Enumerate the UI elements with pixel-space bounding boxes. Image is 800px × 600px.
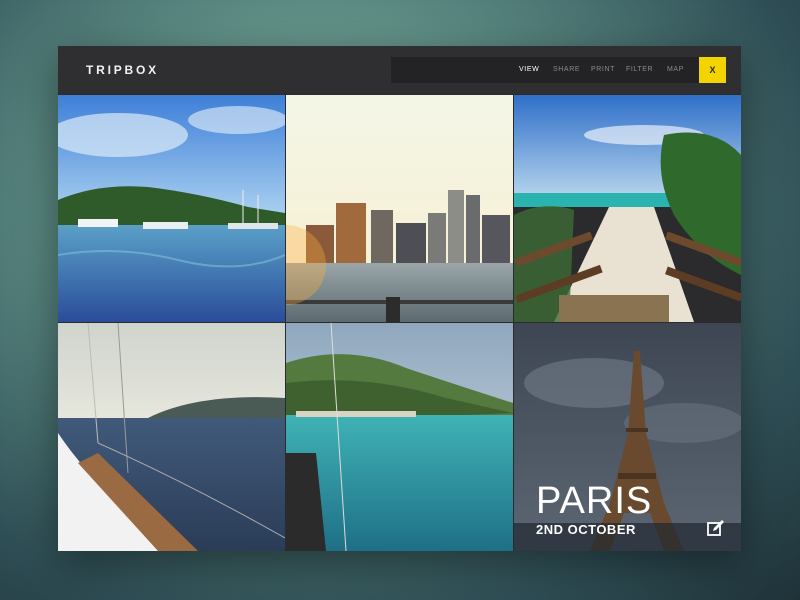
- photo-coastal-cove[interactable]: [286, 323, 513, 551]
- close-button[interactable]: X: [699, 57, 726, 83]
- top-menu: VIEW SHARE PRINT FILTER MAP: [391, 57, 726, 83]
- caption-date: 2ND OCTOBER: [536, 522, 636, 537]
- menu-item-filter[interactable]: FILTER: [626, 66, 653, 73]
- app-logo: TRIPBOX: [86, 63, 159, 77]
- photo-grid: PARIS 2ND OCTOBER: [58, 95, 741, 551]
- photo-beach-boardwalk[interactable]: [514, 95, 741, 322]
- photo-city-skyline[interactable]: [286, 95, 513, 322]
- menu-item-map[interactable]: MAP: [667, 66, 684, 73]
- menu-item-view[interactable]: VIEW: [519, 66, 539, 73]
- photo-caption: PARIS 2ND OCTOBER: [536, 482, 652, 537]
- title-bar: TRIPBOX VIEW SHARE PRINT FILTER MAP X: [58, 46, 741, 94]
- photo-sailboat-deck[interactable]: [58, 323, 285, 551]
- edit-icon[interactable]: [707, 519, 725, 537]
- menu-item-share[interactable]: SHARE: [553, 66, 580, 73]
- menu-item-print[interactable]: PRINT: [591, 66, 615, 73]
- photo-harbor-bay[interactable]: [58, 95, 285, 322]
- photo-eiffel-tower[interactable]: PARIS 2ND OCTOBER: [514, 323, 741, 551]
- caption-city: PARIS: [536, 480, 653, 522]
- app-window: TRIPBOX VIEW SHARE PRINT FILTER MAP X PA…: [58, 46, 741, 551]
